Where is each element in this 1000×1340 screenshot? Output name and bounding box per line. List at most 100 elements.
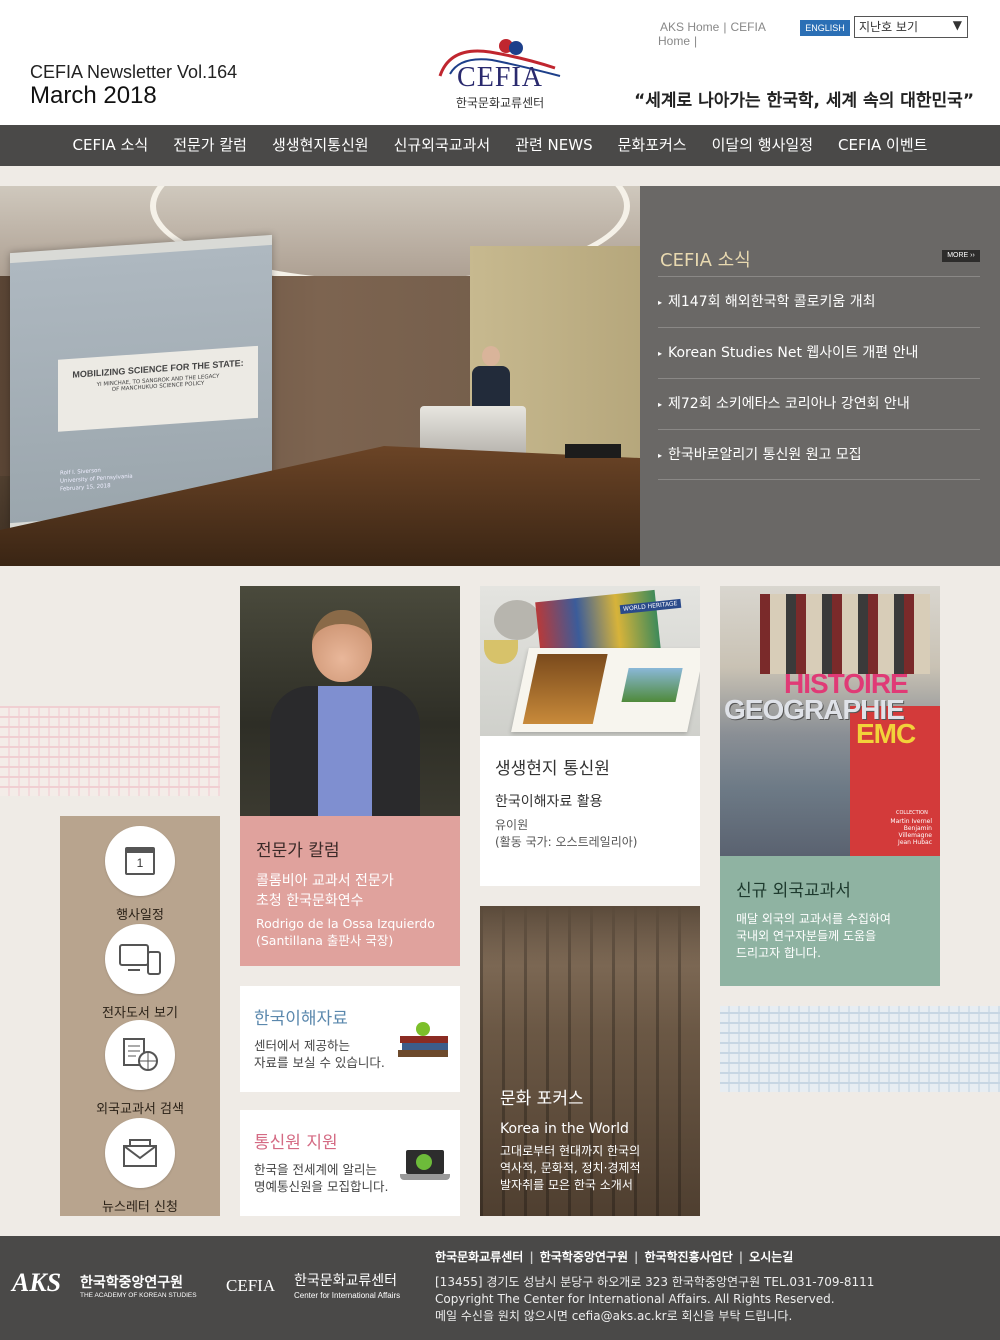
correspondent-title: 생생현지 통신원 [495, 759, 610, 779]
logo-text: CEFIA [457, 62, 543, 93]
expert-body [270, 686, 420, 816]
tea-cup [484, 640, 518, 664]
nav-item-culture-focus[interactable]: 문화포커스 [605, 125, 699, 166]
issue-date: March 2018 [30, 82, 157, 109]
footer-link-aks[interactable]: 한국학중앙연구원 [540, 1250, 628, 1264]
correspondent-card[interactable]: WORLD HERITAGE 생생현지 통신원 한국이해자료 활용 유이원 (활… [480, 586, 700, 886]
nav-item-expert-column[interactable]: 전문가 칼럼 [161, 125, 260, 166]
cefia-news-panel: CEFIA 소식 MORE ›› ▸ 제147회 해외한국학 콜로키움 개최 ▸ K… [640, 186, 1000, 566]
author-line: Jean Hubac [898, 839, 932, 846]
textbook-info: 신규 외국교과서 매달 외국의 교과서를 수집하여 국내외 연구자분들께 도움을… [720, 856, 940, 986]
quick-link-textbook-search[interactable]: 외국교과서 검색 [60, 1020, 220, 1117]
culture-focus-title: 문화 포커스 [500, 1089, 584, 1109]
culture-focus-subtitle: Korea in the World [500, 1121, 629, 1137]
text-line: 고대로부터 현대까지 한국의 [500, 1144, 641, 1158]
back-issue-select[interactable]: 지난호 보기 ▼ [854, 16, 968, 38]
arrow-right-icon: ▸ [658, 349, 663, 358]
nav-item-cefia-news[interactable]: CEFIA 소식 [60, 125, 161, 166]
cefia-news-title[interactable]: CEFIA 소식 [660, 246, 751, 272]
new-textbook-card[interactable]: HISTOIRE GEOGRAPHIE EMC COLLECTION Marti… [720, 586, 940, 986]
nav-item-events[interactable]: 이달의 행사일정 [699, 125, 825, 166]
mail-icon [105, 1118, 175, 1188]
hero: MOBILIZING SCIENCE FOR THE STATE: YI MIN… [0, 186, 1000, 566]
correspondent-country: (활동 국가: 오스트레일리아) [495, 835, 638, 849]
footer-copyright: Copyright The Center for International A… [435, 1292, 835, 1306]
correspondent-name: 유이원 [495, 818, 529, 832]
aks-name: 한국학중앙연구원 [80, 1275, 184, 1291]
footer-link-cefia[interactable]: 한국문화교류센터 [435, 1250, 523, 1264]
teapot [494, 600, 540, 640]
news-item[interactable]: ▸ 제72회 소키에타스 코리아나 강연회 안내 [658, 378, 980, 429]
correspondent-photo: WORLD HERITAGE [480, 586, 700, 736]
slogan: “세계로 나아가는 한국학, 세계 속의 대한민국” [634, 91, 974, 111]
aks-home-link[interactable]: AKS Home [660, 20, 719, 34]
news-item[interactable]: ▸ 제147회 해외한국학 콜로키움 개최 [658, 276, 980, 327]
correspondent-info: 생생현지 통신원 한국이해자료 활용 유이원 (활동 국가: 오스트레일리아) [495, 754, 695, 851]
quick-link-label: 외국교과서 검색 [96, 1102, 184, 1117]
link-separator: | [723, 20, 727, 34]
culture-focus-text: 고대로부터 현대까지 한국의 역사적, 문화적, 정치·경제적 발자취를 모은 … [500, 1143, 690, 1194]
divider: | [738, 1250, 744, 1264]
text-line: 국내외 연구자분들께 도움을 [736, 929, 877, 943]
arrow-right-icon: ▸ [658, 400, 663, 409]
correspondent-subtitle: 한국이해자료 활용 [495, 794, 603, 810]
logo-subtitle: 한국문화교류센터 [455, 96, 545, 110]
footer-link-promotion[interactable]: 한국학진흥사업단 [644, 1250, 732, 1264]
quick-link-ebook[interactable]: 전자도서 보기 [60, 924, 220, 1021]
quick-link-subscribe[interactable]: 뉴스레터 신청 [60, 1118, 220, 1215]
expert-name: Rodrigo de la Ossa Izquierdo [256, 916, 435, 931]
back-issue-select-value: 지난호 보기 [859, 20, 919, 34]
textbook-text: 매달 외국의 교과서를 수집하여 국내외 연구자분들께 도움을 드리고자 합니다… [736, 911, 924, 962]
correspondent-support-card[interactable]: 통신원 지원 한국을 전세계에 알리는 명예통신원을 모집합니다. [240, 1110, 460, 1216]
author-line: Martin Ivernel [890, 818, 932, 825]
text-line: 매달 외국의 교과서를 수집하여 [736, 912, 891, 926]
laptop-globe-icon [400, 1148, 450, 1184]
text-line: 발자취를 모은 한국 소개서 [500, 1178, 633, 1192]
expert-column-title: 전문가 칼럼 [256, 841, 340, 861]
nav-item-correspondent[interactable]: 생생현지통신원 [259, 125, 381, 166]
culture-focus-card[interactable]: 문화 포커스 Korea in the World 고대로부터 현대까지 한국의… [480, 906, 700, 1216]
footer: AKS 한국학중앙연구원 THE ACADEMY OF KOREAN STUDI… [0, 1236, 1000, 1340]
cefia-logo[interactable]: CEFIA 한국문화교류센터 [430, 38, 570, 112]
textbook-title: 신규 외국교과서 [736, 881, 851, 901]
news-item[interactable]: ▸ Korean Studies Net 웹사이트 개편 안내 [658, 327, 980, 378]
nav-item-related-news[interactable]: 관련 NEWS [503, 125, 605, 166]
aks-english-name: THE ACADEMY OF KOREAN STUDIES [80, 1292, 197, 1299]
footer-unsubscribe: 메일 수신을 원치 않으시면 cefia@aks.ac.kr로 회신을 부탁 드… [435, 1309, 793, 1323]
news-item-label: 한국바로알리기 통신원 원고 모집 [668, 447, 862, 463]
news-list: ▸ 제147회 해외한국학 콜로키움 개최 ▸ Korean Studies Net… [658, 276, 980, 480]
nav-item-new-textbooks[interactable]: 신규외국교과서 [381, 125, 503, 166]
expert-column-info: 전문가 칼럼 콜롬비아 교과서 전문가 초청 한국문화연수 Rodrigo de… [240, 816, 460, 966]
footer-cefia-logo[interactable]: CEFIA 한국문화교류센터 Center for International … [222, 1266, 417, 1306]
slide-title-box: MOBILIZING SCIENCE FOR THE STATE: YI MIN… [58, 345, 258, 432]
footer-cefia-english: Center for International Affairs [294, 1291, 401, 1300]
footer-link-directions[interactable]: 오시는길 [749, 1250, 793, 1264]
cover-title-3: EMC [856, 718, 916, 749]
arrow-right-icon: ▸ [658, 451, 663, 460]
expert-role: (Santillana 출판사 국장) [256, 933, 394, 948]
news-item[interactable]: ▸ 한국바로알리기 통신원 원고 모집 [658, 429, 980, 480]
nav-item-cefia-event[interactable]: CEFIA 이벤트 [826, 125, 940, 166]
main-nav: CEFIA 소식 전문가 칼럼 생생현지통신원 신규외국교과서 관련 NEWS … [0, 125, 1000, 166]
korea-resources-card[interactable]: 한국이해자료 센터에서 제공하는 자료를 보실 수 있습니다. [240, 986, 460, 1092]
expert-column-card[interactable]: 전문가 칼럼 콜롬비아 교과서 전문가 초청 한국문화연수 Rodrigo de… [240, 586, 460, 966]
more-button[interactable]: MORE ›› [942, 250, 980, 262]
cover-authors: Martin Ivernel Benjamin Villemagne Jean … [870, 818, 932, 846]
hero-photo[interactable]: MOBILIZING SCIENCE FOR THE STATE: YI MIN… [0, 186, 640, 566]
text-line: 드리고자 합니다. [736, 946, 821, 960]
books-apple-icon [398, 1022, 450, 1058]
link-separator: | [694, 34, 698, 48]
expert-photo [240, 586, 460, 816]
library-ceiling [480, 906, 700, 966]
open-book [511, 648, 700, 732]
text-line: 역사적, 문화적, 정치·경제적 [500, 1161, 641, 1175]
footer-cefia-mark: CEFIA [226, 1276, 276, 1295]
aks-logo[interactable]: AKS 한국학중앙연구원 THE ACADEMY OF KOREAN STUDI… [12, 1266, 202, 1306]
english-button[interactable]: ENGLISH [800, 20, 850, 36]
header: CEFIA Newsletter Vol.164 March 2018 AKS … [0, 0, 1000, 125]
footer-cefia-name: 한국문화교류센터 [294, 1273, 398, 1289]
quick-link-events[interactable]: 1 행사일정 [60, 826, 220, 923]
divider: | [529, 1250, 534, 1264]
culture-focus-info: 문화 포커스 Korea in the World 고대로부터 현대까지 한국의… [500, 1084, 690, 1194]
newsletter-volume: CEFIA Newsletter Vol.164 [30, 62, 238, 82]
